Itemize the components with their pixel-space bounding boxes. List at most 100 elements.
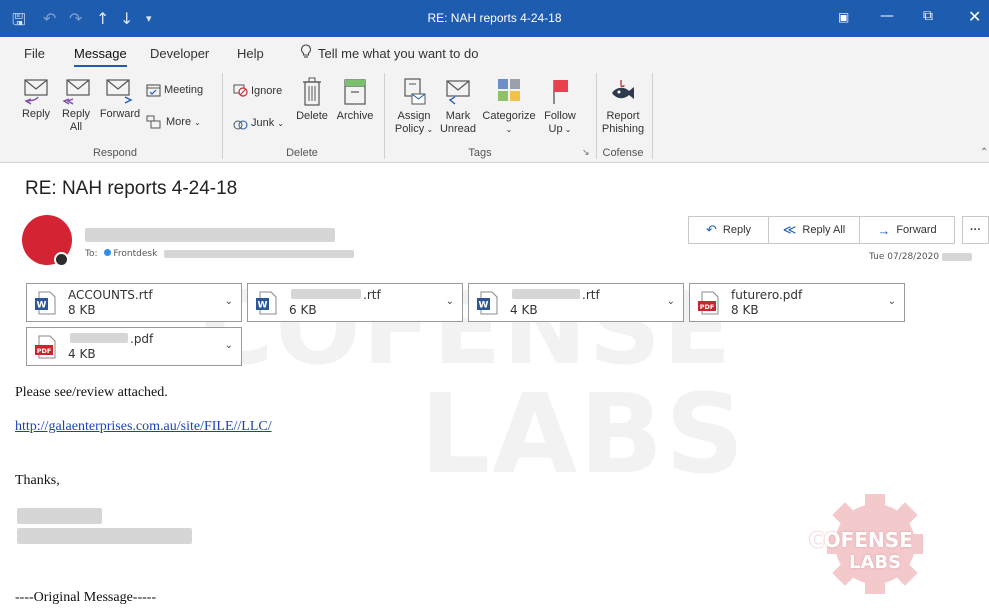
attachment-name: futurero.pdf <box>731 288 803 302</box>
reply-label: Reply <box>21 108 51 120</box>
message-date: Tue 07/28/2020 <box>869 252 972 262</box>
mark-label-2: Unread <box>439 123 477 135</box>
attachment-item[interactable]: PDF .pdf 4 KB ⌄ <box>26 327 242 366</box>
pdf-file-icon: PDF <box>698 291 719 315</box>
chevron-down-icon[interactable]: ⌄ <box>888 296 896 307</box>
reply-all-action-label: Reply All <box>802 224 846 236</box>
filename-redacted <box>512 289 580 299</box>
presence-status-icon <box>54 252 69 267</box>
mark-unread-button[interactable]: Mark Unread <box>437 77 479 136</box>
collapse-ribbon-icon[interactable]: ⌃ <box>980 147 988 158</box>
attachment-item[interactable]: W .rtf 4 KB ⌄ <box>468 283 684 322</box>
reply-all-icon <box>62 79 90 105</box>
attachment-item[interactable]: W .rtf 6 KB ⌄ <box>247 283 463 322</box>
reply-icon: ↶ <box>705 222 717 237</box>
body-thanks: Thanks, <box>15 473 60 488</box>
more-icon <box>146 115 161 129</box>
cofense-group-label: Cofense <box>602 147 644 159</box>
assign-label-1: Assign <box>397 110 431 122</box>
flag-icon <box>553 80 568 104</box>
delete-button[interactable]: Delete <box>293 77 331 123</box>
respond-group-label: Respond <box>92 147 138 159</box>
reply-all-label-1: Reply <box>61 108 91 120</box>
body-link[interactable]: http://galaenterprises.com.au/site/FILE/… <box>15 419 272 435</box>
attachment-size: 4 KB <box>510 303 538 317</box>
svg-text:W: W <box>479 301 489 311</box>
junk-label: Junk <box>251 117 275 129</box>
forward-button[interactable]: Forward <box>98 77 142 121</box>
forward-icon: → <box>877 222 891 238</box>
to-name[interactable]: Frontdesk <box>113 249 157 259</box>
logo-text-2: LABS <box>849 552 902 573</box>
menu-bar: File Message Developer Help Tell me what… <box>0 37 989 67</box>
more-respond-button[interactable]: More ⌄ <box>146 115 201 129</box>
menu-file[interactable]: File <box>24 46 45 61</box>
minimize-icon[interactable]: — <box>880 8 894 24</box>
ignore-label: Ignore <box>251 84 283 97</box>
sender-name-redacted <box>85 228 335 242</box>
follow-up-button[interactable]: Follow Up ⌄ <box>539 77 581 136</box>
menu-message[interactable]: Message <box>74 46 127 67</box>
ignore-button[interactable]: Ignore <box>233 84 282 97</box>
archive-button[interactable]: Archive <box>335 77 375 123</box>
ribbon-display-icon[interactable]: ▣ <box>838 10 849 24</box>
reply-button[interactable]: Reply <box>20 77 52 121</box>
attachment-size: 6 KB <box>289 303 317 317</box>
dialog-launcher-icon[interactable]: ↘ <box>582 147 590 158</box>
forward-action-button[interactable]: → Forward <box>859 216 955 244</box>
meeting-button[interactable]: Meeting <box>146 83 203 97</box>
junk-button[interactable]: Junk ⌄ <box>233 116 284 130</box>
chevron-down-icon[interactable]: ⌄ <box>446 296 454 307</box>
attachment-name: .rtf <box>363 288 381 302</box>
attachment-item[interactable]: PDF futurero.pdf 8 KB ⌄ <box>689 283 905 322</box>
svg-text:W: W <box>258 301 268 311</box>
assign-policy-button[interactable]: Assign Policy ⌄ <box>393 77 435 136</box>
watermark-labs: LABS <box>420 370 747 498</box>
divider <box>596 73 597 159</box>
report-label-2: Phishing <box>601 123 645 135</box>
word-file-icon: W <box>256 291 277 315</box>
report-label-1: Report <box>606 110 640 122</box>
calendar-icon <box>146 84 161 97</box>
menu-developer[interactable]: Developer <box>150 46 209 61</box>
reply-action-label: Reply <box>722 224 752 236</box>
attachment-name: .rtf <box>582 288 600 302</box>
attachment-name: ACCOUNTS.rtf <box>68 288 153 302</box>
assign-label-2: Policy <box>394 123 425 135</box>
reply-all-button[interactable]: Reply All <box>56 77 96 134</box>
reply-action-button[interactable]: ↶ Reply <box>688 216 769 244</box>
menu-help[interactable]: Help <box>237 46 264 61</box>
cofense-labs-logo: COFENSE LABS <box>803 492 943 596</box>
attachment-size: 4 KB <box>68 347 96 361</box>
time-redacted <box>941 252 972 261</box>
archive-icon <box>344 79 366 105</box>
tell-me-input[interactable]: Tell me what you want to do <box>318 46 478 61</box>
divider <box>222 73 223 159</box>
attachment-item[interactable]: W ACCOUNTS.rtf 8 KB ⌄ <box>26 283 242 322</box>
chevron-down-icon[interactable]: ⌄ <box>225 340 233 351</box>
more-actions-button[interactable]: ··· <box>962 216 989 244</box>
original-message-separator: ----Original Message----- <box>15 590 157 605</box>
chevron-down-icon[interactable]: ⌄ <box>667 296 675 307</box>
close-icon[interactable]: ✕ <box>968 7 981 26</box>
attachment-size: 8 KB <box>68 303 96 317</box>
divider <box>384 73 385 159</box>
categorize-button[interactable]: Categorize ⌄ <box>481 77 537 136</box>
reply-all-action-button[interactable]: ≪ Reply All <box>768 216 860 244</box>
restore-icon[interactable]: ⧉ <box>923 8 933 24</box>
categorize-icon <box>498 79 520 101</box>
reply-icon <box>24 79 48 105</box>
trash-icon <box>303 77 321 106</box>
report-phishing-button[interactable]: Report Phishing <box>598 77 648 136</box>
chevron-down-icon[interactable]: ⌄ <box>225 296 233 307</box>
fish-hook-icon <box>612 80 634 99</box>
categorize-label: Categorize <box>482 110 536 122</box>
ribbon: Reply Reply All Forward Meeting More ⌄ Re… <box>0 67 989 163</box>
lightbulb-icon <box>300 44 312 62</box>
forward-label: Forward <box>99 108 141 120</box>
follow-label-1: Follow <box>544 110 576 122</box>
recipient-redacted <box>164 249 355 258</box>
filename-redacted <box>291 289 361 299</box>
to-label: To: <box>85 249 98 259</box>
ignore-icon <box>233 84 248 97</box>
